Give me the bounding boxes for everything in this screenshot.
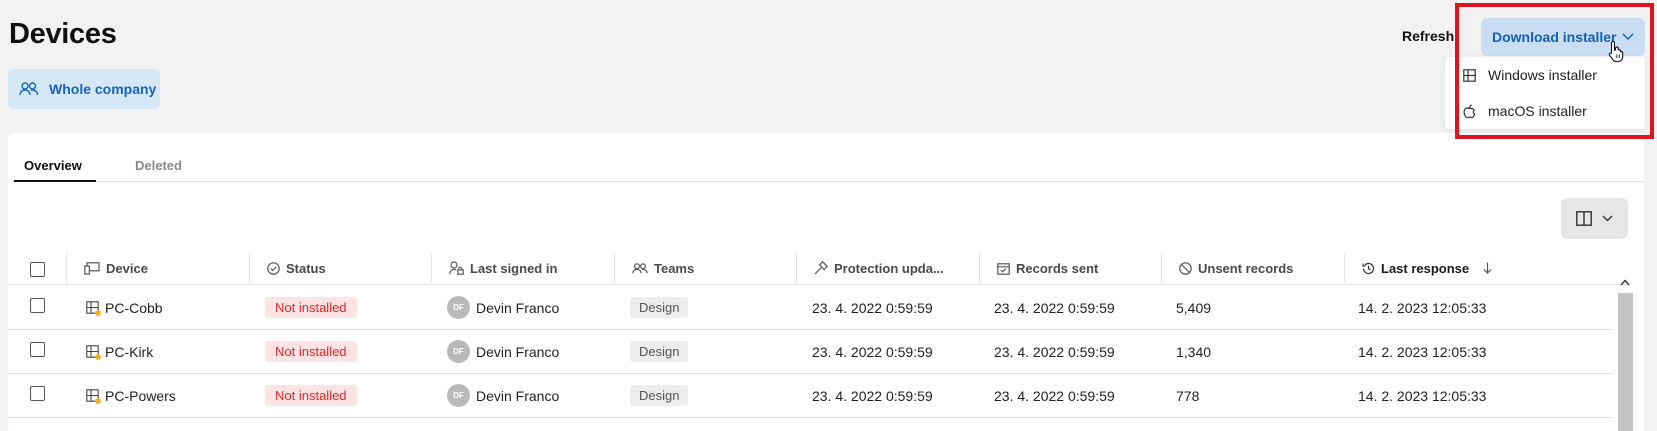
avatar: DF bbox=[447, 340, 470, 363]
windows-device-icon bbox=[86, 345, 101, 360]
column-header-device[interactable]: Device bbox=[66, 251, 148, 285]
scope-label: Whole company bbox=[49, 81, 157, 97]
device-icon bbox=[84, 261, 100, 275]
protection-update-value: 23. 4. 2022 0:59:59 bbox=[812, 299, 933, 316]
download-installer-label: Download installer bbox=[1492, 29, 1617, 45]
column-header-teams[interactable]: Teams bbox=[614, 251, 694, 285]
column-settings-button[interactable] bbox=[1561, 198, 1628, 239]
windows-icon bbox=[1463, 68, 1476, 82]
table-header: Device Status Last signed in Teams Prote… bbox=[8, 251, 1628, 285]
column-label-unsent-records: Unsent records bbox=[1198, 260, 1294, 276]
windows-device-icon bbox=[86, 301, 101, 316]
column-header-unsent-records[interactable]: Unsent records bbox=[1161, 251, 1293, 285]
column-header-last-signed-in[interactable]: Last signed in bbox=[431, 251, 557, 285]
last-signed-in-user: Devin Franco bbox=[476, 387, 560, 404]
team-badge: Design bbox=[630, 385, 689, 406]
unsent-records-value: 778 bbox=[1176, 387, 1200, 404]
column-header-protection-update[interactable]: Protection upda... bbox=[796, 251, 944, 285]
table-scrollbar[interactable] bbox=[1616, 275, 1634, 431]
sort-descending-icon[interactable] bbox=[1483, 262, 1492, 274]
macos-installer-label: macOS installer bbox=[1488, 103, 1587, 119]
scrollbar-thumb[interactable] bbox=[1618, 293, 1633, 431]
team-badge: Design bbox=[630, 297, 689, 318]
last-response-value: 14. 2. 2023 12:05:33 bbox=[1358, 343, 1487, 360]
last-response-value: 14. 2. 2023 12:05:33 bbox=[1358, 387, 1487, 404]
column-header-last-response[interactable]: Last response bbox=[1344, 251, 1492, 285]
table-row[interactable]: PC-Cobb Not installed DF Devin Franco De… bbox=[8, 286, 1613, 330]
column-header-records-sent[interactable]: Records sent bbox=[979, 251, 1098, 285]
status-badge: Not installed bbox=[265, 297, 357, 318]
status-badge: Not installed bbox=[265, 341, 357, 362]
avatar: DF bbox=[447, 296, 470, 319]
column-label-status: Status bbox=[286, 260, 326, 276]
check-circle-icon bbox=[267, 261, 280, 275]
chevron-down-icon bbox=[1602, 215, 1613, 222]
column-label-records-sent: Records sent bbox=[1016, 260, 1099, 276]
team-icon bbox=[632, 262, 648, 273]
user-lock-icon bbox=[449, 261, 464, 275]
tab-bar: Overview Deleted bbox=[11, 133, 1644, 182]
columns-icon bbox=[1576, 211, 1592, 226]
table-row[interactable]: PC-Powers Not installed DF Devin Franco … bbox=[8, 374, 1613, 418]
device-name[interactable]: PC-Cobb bbox=[105, 300, 163, 316]
hand-pointer-cursor-icon bbox=[1608, 40, 1624, 62]
device-name[interactable]: PC-Kirk bbox=[105, 344, 153, 360]
menu-item-macos-installer[interactable]: macOS installer bbox=[1445, 93, 1645, 129]
team-icon bbox=[19, 82, 39, 96]
menu-item-windows-installer[interactable]: Windows installer bbox=[1445, 57, 1645, 93]
column-label-protection-update: Protection upda... bbox=[834, 260, 944, 276]
unsent-records-value: 1,340 bbox=[1176, 343, 1212, 360]
windows-device-icon bbox=[86, 389, 101, 404]
tab-deleted[interactable]: Deleted bbox=[135, 158, 182, 173]
unsent-records-value: 5,409 bbox=[1176, 299, 1212, 316]
table-row[interactable]: PC-Kirk Not installed DF Devin Franco De… bbox=[8, 330, 1613, 374]
team-badge: Design bbox=[630, 341, 689, 362]
row-checkbox[interactable] bbox=[30, 298, 45, 313]
active-tab-indicator bbox=[14, 180, 96, 182]
last-response-value: 14. 2. 2023 12:05:33 bbox=[1358, 299, 1487, 316]
windows-installer-label: Windows installer bbox=[1488, 67, 1597, 83]
column-label-last-response: Last response bbox=[1381, 260, 1470, 276]
row-checkbox[interactable] bbox=[30, 386, 45, 401]
calendar-check-icon bbox=[997, 262, 1010, 275]
column-header-status[interactable]: Status bbox=[249, 251, 326, 285]
column-label-device: Device bbox=[106, 260, 148, 276]
devices-card: Overview Deleted Device Status Last sign… bbox=[8, 133, 1644, 431]
download-installer-menu: Windows installer macOS installer bbox=[1445, 57, 1645, 129]
records-sent-value: 23. 4. 2022 0:59:59 bbox=[994, 387, 1115, 404]
hammer-icon bbox=[814, 261, 828, 275]
refresh-button[interactable]: Refresh bbox=[1402, 28, 1454, 44]
tab-overview[interactable]: Overview bbox=[24, 158, 82, 173]
protection-update-value: 23. 4. 2022 0:59:59 bbox=[812, 343, 933, 360]
select-all-checkbox[interactable] bbox=[30, 262, 45, 277]
records-sent-value: 23. 4. 2022 0:59:59 bbox=[994, 299, 1115, 316]
last-signed-in-user: Devin Franco bbox=[476, 343, 560, 360]
column-label-teams: Teams bbox=[654, 260, 695, 276]
page-title: Devices bbox=[9, 18, 117, 50]
history-icon bbox=[1362, 262, 1375, 274]
column-label-last-signed-in: Last signed in bbox=[470, 260, 558, 276]
status-badge: Not installed bbox=[265, 385, 357, 406]
scope-selector-button[interactable]: Whole company bbox=[8, 69, 160, 109]
protection-update-value: 23. 4. 2022 0:59:59 bbox=[812, 387, 933, 404]
avatar: DF bbox=[447, 384, 470, 407]
apple-icon bbox=[1463, 104, 1476, 118]
last-signed-in-user: Devin Franco bbox=[476, 299, 560, 316]
device-name[interactable]: PC-Powers bbox=[105, 388, 176, 404]
block-icon bbox=[1179, 261, 1192, 275]
scroll-up-arrow-icon[interactable] bbox=[1620, 279, 1630, 286]
records-sent-value: 23. 4. 2022 0:59:59 bbox=[994, 343, 1115, 360]
row-checkbox[interactable] bbox=[30, 342, 45, 357]
